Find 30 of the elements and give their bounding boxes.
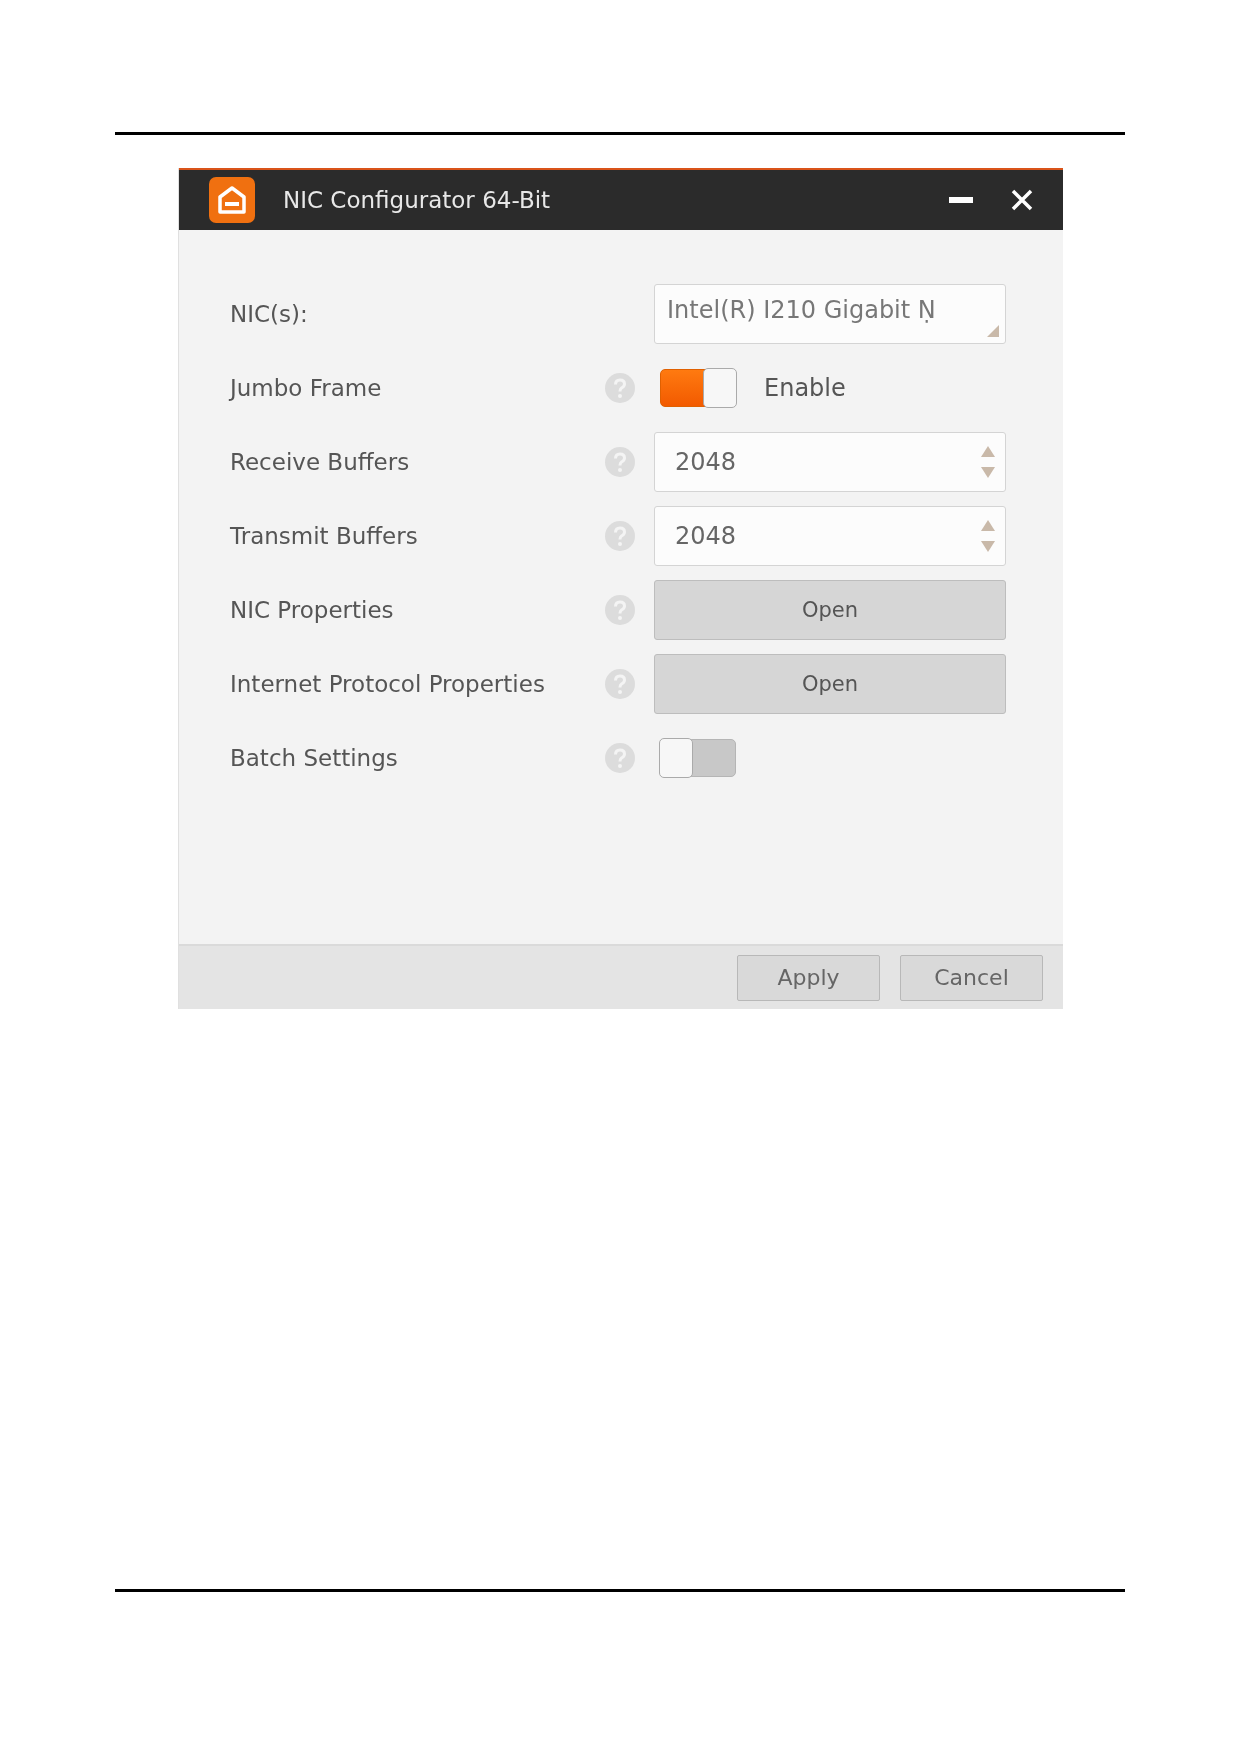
toggle-switch[interactable] <box>660 369 736 407</box>
close-icon[interactable] <box>1011 189 1033 211</box>
help-icon[interactable] <box>605 669 635 699</box>
open-button[interactable]: Open <box>654 654 1006 714</box>
help-icon[interactable] <box>605 743 635 773</box>
setting-label: Transmit Buffers <box>230 523 419 549</box>
open-button[interactable]: Open <box>654 580 1006 640</box>
nic-dropdown[interactable]: Intel(R) I210 Gigabit Ṇ <box>654 284 1006 344</box>
setting-label: NIC Properties <box>230 597 395 623</box>
number-spinner[interactable]: 2048 <box>654 506 1006 566</box>
setting-label: Batch Settings <box>230 745 399 771</box>
help-icon[interactable] <box>605 373 635 403</box>
resize-grip-icon <box>987 325 999 337</box>
setting-label: NIC(s): <box>230 301 309 327</box>
spin-arrows-icon[interactable] <box>980 444 996 480</box>
help-icon[interactable] <box>605 447 635 477</box>
toggle-switch[interactable] <box>660 739 736 777</box>
minimize-icon[interactable] <box>949 197 973 203</box>
help-icon[interactable] <box>605 521 635 551</box>
toggle-state-label: Enable <box>764 374 846 402</box>
setting-label: Receive Buffers <box>230 449 411 475</box>
cancel-button[interactable]: Cancel <box>900 954 1043 1001</box>
app-icon <box>209 177 255 223</box>
spin-arrows-icon[interactable] <box>980 518 996 554</box>
window-title: NIC Configurator 64-Bit <box>283 187 551 213</box>
setting-label: Internet Protocol Properties <box>230 671 546 697</box>
setting-label: Jumbo Frame <box>230 375 383 401</box>
apply-button[interactable]: Apply <box>737 954 880 1001</box>
number-spinner[interactable]: 2048 <box>654 432 1006 492</box>
help-icon[interactable] <box>605 595 635 625</box>
